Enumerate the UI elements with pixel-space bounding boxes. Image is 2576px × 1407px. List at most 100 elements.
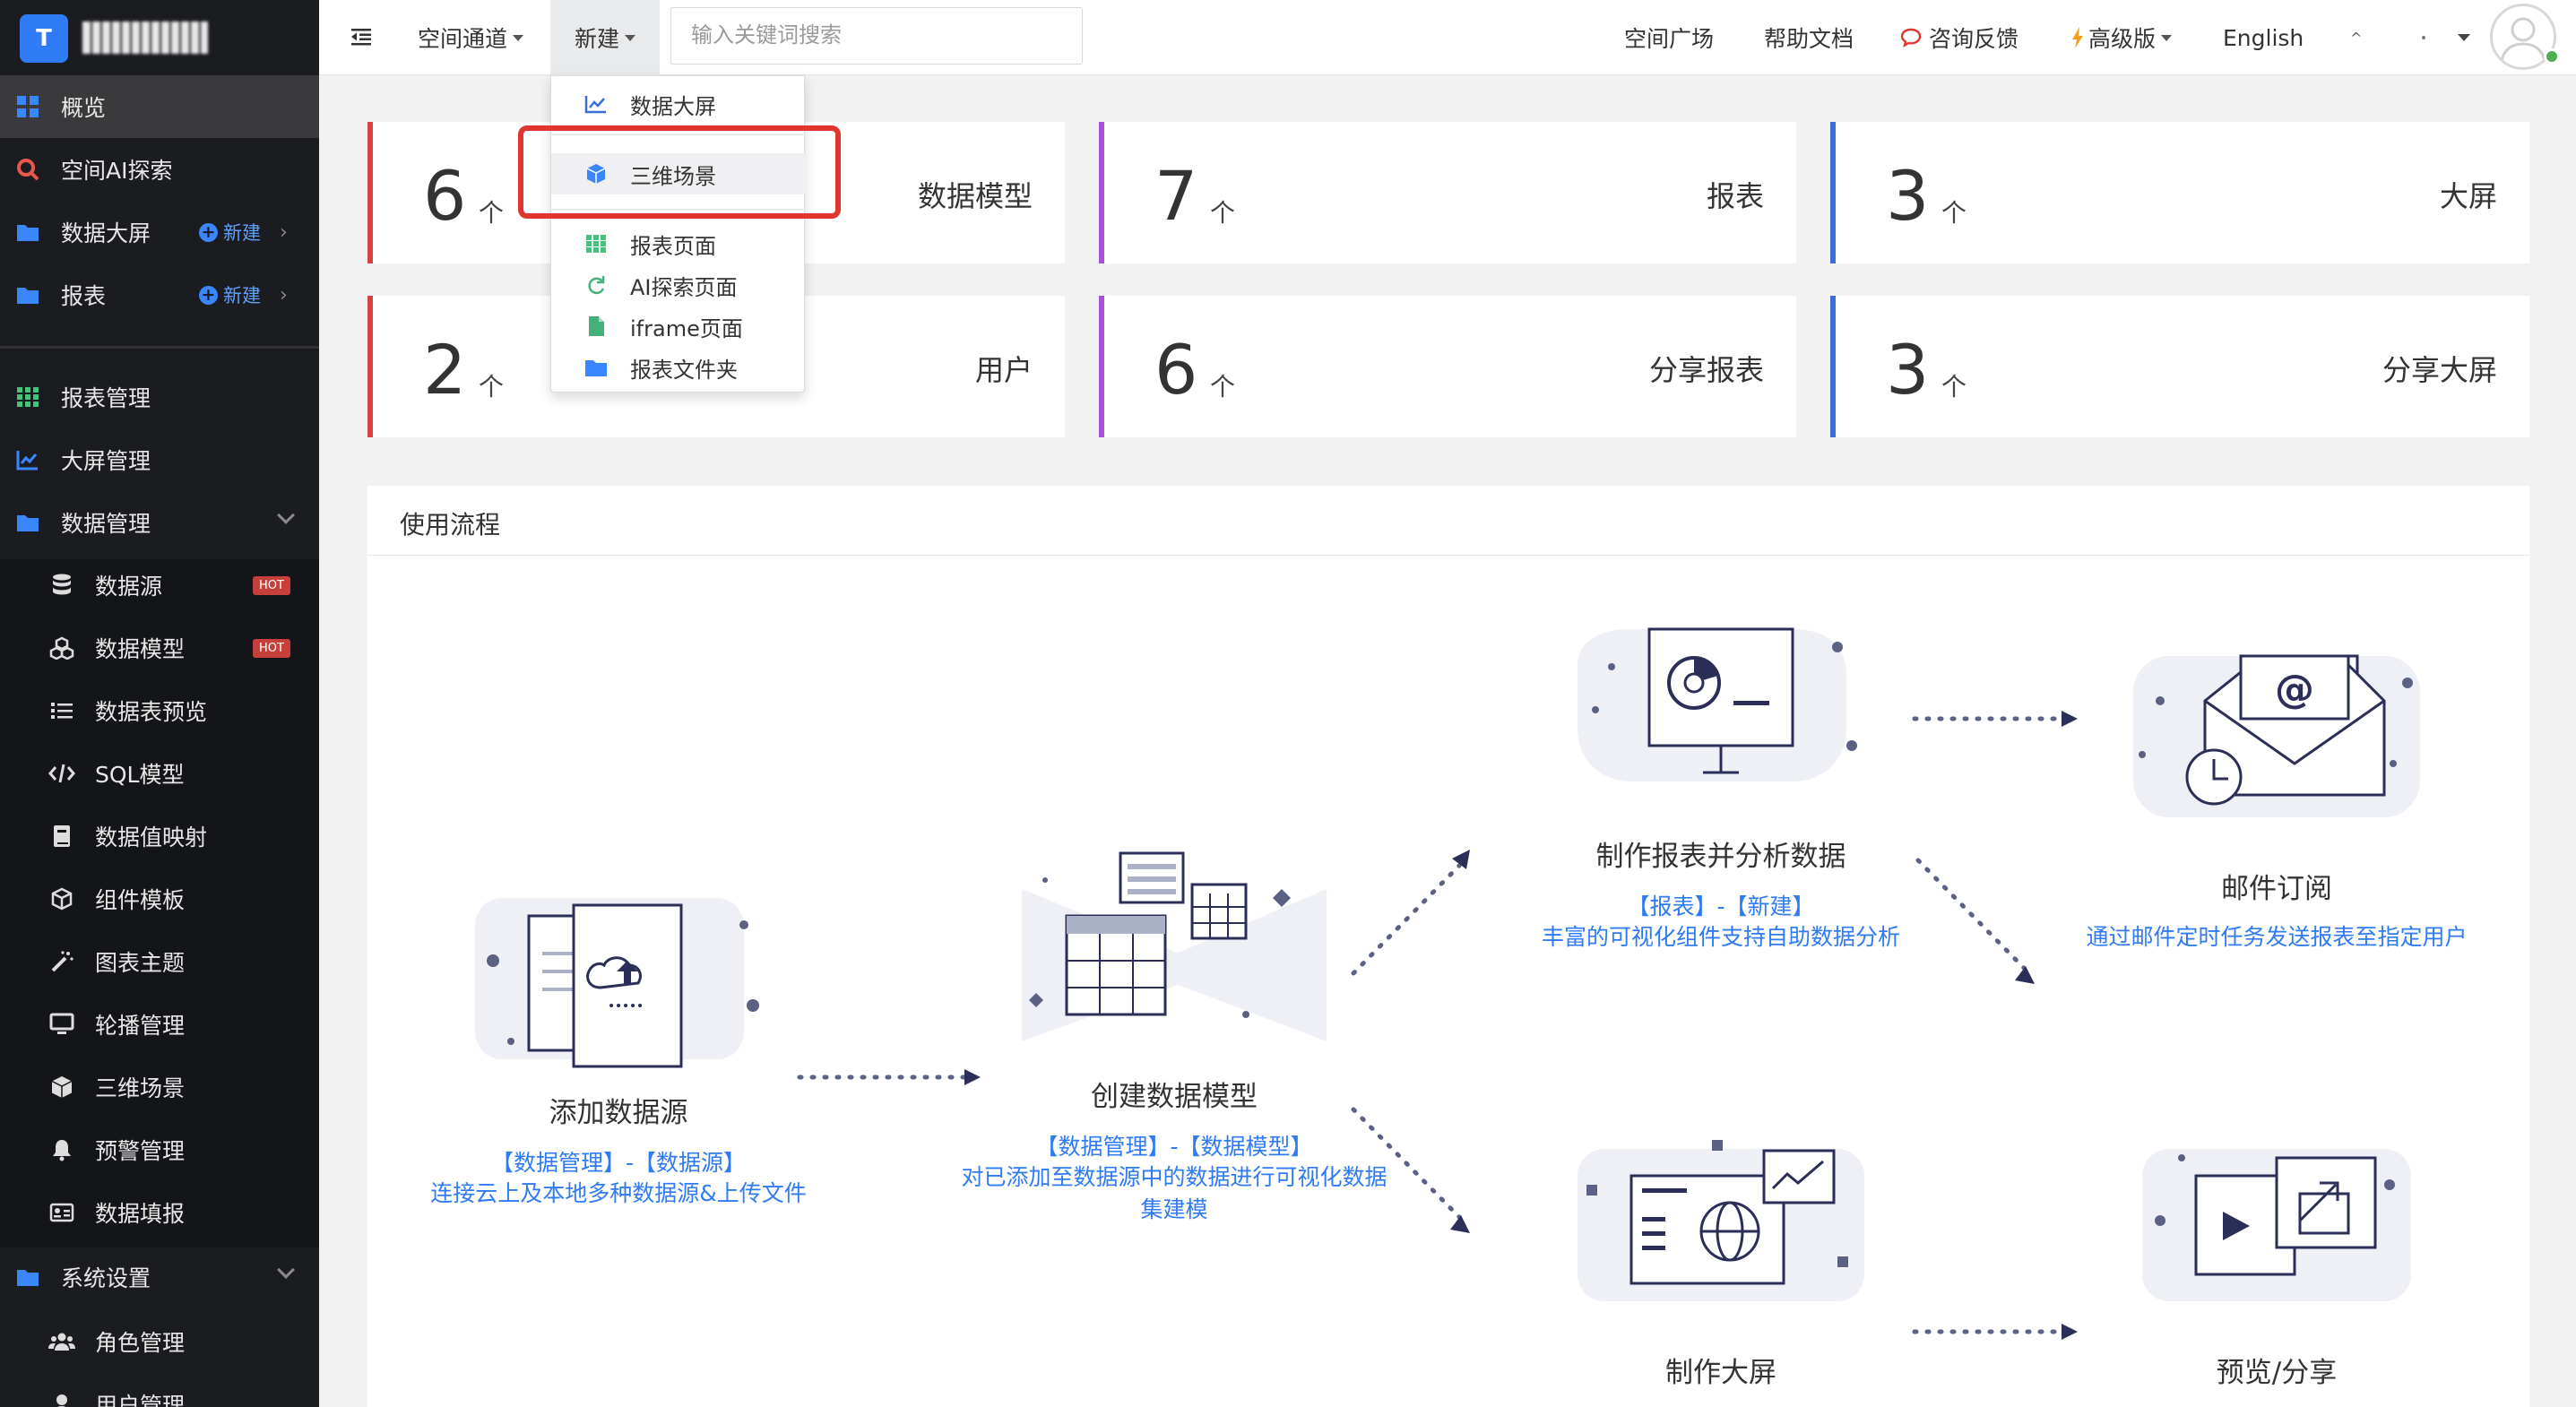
code-icon (48, 760, 75, 787)
panel-title: 使用流程 (400, 510, 501, 539)
space-square-link[interactable]: 空间广场 (1624, 0, 1714, 75)
sidebar-item-report-management[interactable]: 报表管理 (0, 366, 319, 428)
sidebar-item-label: 大屏管理 (61, 448, 151, 474)
dropdown-item-data-screen[interactable]: 数据大屏 (551, 83, 806, 125)
sidebar-item-data-fill[interactable]: 数据填报 (0, 1181, 319, 1244)
caret-up-icon[interactable]: ^ (2350, 0, 2362, 75)
sidebar-item-system-settings[interactable]: 系统设置 (0, 1246, 319, 1308)
stat-value: 3 (1886, 330, 1930, 410)
sidebar-item-label: 系统设置 (61, 1265, 151, 1291)
highlight-annotation (518, 125, 841, 219)
sidebar-item-data-screen[interactable]: 数据大屏 + 新建 › (0, 201, 319, 263)
sidebar-item-table-preview[interactable]: 数据表预览 (0, 679, 319, 742)
dropdown-item-label: 报表文件夹 (630, 357, 738, 383)
user-menu-toggle[interactable] (2422, 0, 2470, 75)
online-status-icon (2544, 48, 2560, 65)
dot-icon (2422, 36, 2425, 39)
new-menu[interactable]: 新建 (550, 0, 660, 75)
folder-icon (583, 355, 609, 380)
space-channel-label: 空间通道 (418, 26, 508, 52)
sidebar-item-label: 报表 (61, 283, 107, 309)
sidebar-item-role-management[interactable]: 角色管理 (0, 1310, 319, 1373)
sidebar-item-datasource[interactable]: 数据源 HOT (0, 554, 319, 617)
sidebar-item-screen-management[interactable]: 大屏管理 (0, 428, 319, 491)
step-create-model-desc: 对已添加至数据源中的数据进行可视化数据集建模 (961, 1164, 1387, 1222)
sidebar-item-label: 数据源 (95, 574, 163, 600)
sidebar-item-label: 数据大屏 (61, 220, 151, 246)
step-report-title: 制作报表并分析数据 (1595, 841, 1846, 873)
brand-name-blurred (82, 22, 208, 54)
dropdown-item-label: 数据大屏 (630, 93, 716, 119)
chevron-down-icon (277, 506, 295, 524)
sidebar-item-report[interactable]: 报表 + 新建 › (0, 263, 319, 326)
sidebar-item-data-model[interactable]: 数据模型 HOT (0, 617, 319, 679)
dropdown-item-iframe-page[interactable]: iframe页面 (551, 306, 806, 347)
step-create-model-title: 创建数据模型 (1091, 1081, 1258, 1113)
edition-menu[interactable]: 高级版 (2070, 0, 2173, 75)
stat-title: 分享大屏 (2382, 353, 2497, 387)
sidebar-item-alert[interactable]: 预警管理 (0, 1118, 319, 1181)
chevron-down-icon (277, 1261, 295, 1279)
step-screen-title: 制作大屏 (1665, 1357, 1776, 1389)
sidebar-item-data-management[interactable]: 数据管理 (0, 491, 319, 554)
preview-share-illustration (2142, 1149, 2411, 1301)
chevron-right-icon: › (280, 220, 288, 244)
sidebar-item-3d-scene[interactable]: 三维场景 (0, 1056, 319, 1118)
stat-card-shared-screen[interactable]: 3 个 分享大屏 (1830, 296, 2529, 437)
new-data-screen-button[interactable]: + 新建 (199, 219, 261, 246)
step-add-datasource-link[interactable]: 【数据管理】-【数据源】 (430, 1145, 807, 1178)
add-datasource-illustration (475, 898, 759, 1068)
sidebar-item-label: 数据填报 (95, 1201, 186, 1227)
space-channel-menu[interactable]: 空间通道 (418, 0, 524, 75)
sidebar-item-value-mapping[interactable]: 数据值映射 (0, 805, 319, 868)
id-card-icon (48, 1199, 75, 1226)
sidebar-item-label: 用户管理 (95, 1393, 186, 1407)
collapse-sidebar-icon[interactable] (348, 23, 375, 50)
panel-header: 使用流程 (367, 486, 2529, 556)
stat-card-report[interactable]: 7 个 报表 (1099, 122, 1796, 263)
sidebar-item-overview[interactable]: 概览 (0, 75, 319, 138)
language-switch[interactable]: English (2223, 0, 2304, 75)
sidebar-item-chart-theme[interactable]: 图表主题 (0, 930, 319, 993)
sidebar-item-sql-model[interactable]: SQL模型 (0, 742, 319, 805)
flow-arrow-down-icon (1351, 1107, 1470, 1233)
sidebar-item-label: 角色管理 (95, 1330, 186, 1356)
folder-icon (14, 219, 41, 246)
step-create-model-link[interactable]: 【数据管理】-【数据模型】 (986, 1129, 1362, 1161)
users-icon (48, 1328, 75, 1355)
new-report-button[interactable]: + 新建 (199, 281, 261, 308)
stat-card-screen[interactable]: 3 个 大屏 (1830, 122, 2529, 263)
dropdown-item-report-folder[interactable]: 报表文件夹 (551, 347, 806, 388)
sidebar-item-label: 数据管理 (61, 511, 151, 537)
brand-logo: T (20, 14, 68, 63)
sidebar-item-ai-explore[interactable]: 空间AI探索 (0, 138, 319, 201)
stat-card-shared-report[interactable]: 6 个 分享报表 (1099, 296, 1796, 437)
dropdown-item-ai-explore-page[interactable]: AI探索页面 (551, 264, 806, 306)
stat-title: 分享报表 (1648, 353, 1764, 387)
search-input[interactable] (670, 7, 1083, 65)
sidebar-item-component-template[interactable]: 组件模板 (0, 868, 319, 930)
brand[interactable]: T (0, 0, 319, 75)
step-report-link[interactable]: 【报表】-【新建】 (1533, 889, 1909, 921)
dropdown-item-report-page[interactable]: 报表页面 (551, 223, 806, 264)
book-icon (48, 823, 75, 850)
cube-outline-icon (48, 885, 75, 912)
feedback-label: 咨询反馈 (1929, 26, 2019, 52)
line-chart-icon (583, 91, 609, 117)
folder-icon (14, 509, 41, 536)
sidebar-item-user-management[interactable]: 用户管理 (0, 1373, 319, 1407)
stat-unit: 个 (479, 372, 505, 401)
sidebar-item-label: 数据表预览 (95, 699, 208, 725)
stat-unit: 个 (1210, 372, 1236, 401)
sidebar-item-carousel[interactable]: 轮播管理 (0, 993, 319, 1056)
feedback-link[interactable]: 咨询反馈 (1900, 0, 2018, 75)
database-icon (48, 572, 75, 599)
email-subscription-illustration: @ (2133, 654, 2420, 817)
help-docs-link[interactable]: 帮助文档 (1764, 0, 1854, 75)
stat-unit: 个 (479, 198, 505, 228)
sidebar-item-label: SQL模型 (95, 762, 185, 788)
edition-label: 高级版 (2088, 26, 2157, 52)
dropdown-item-label: iframe页面 (630, 315, 743, 341)
plus-circle-icon: + (199, 285, 218, 305)
flow-arrow-icon (1912, 1324, 2078, 1340)
